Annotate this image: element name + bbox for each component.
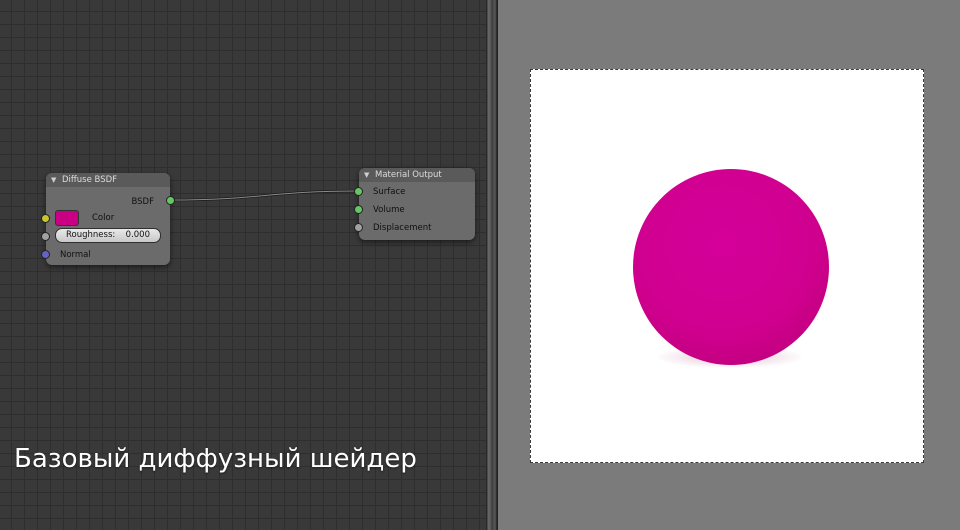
material-output-header[interactable]: ▼ Material Output [359, 168, 475, 182]
volume-input-socket[interactable] [354, 205, 363, 214]
diffuse-bsdf-node[interactable]: ▼ Diffuse BSDF BSDF Color Roughness: 0.0… [41, 173, 175, 265]
render-canvas [530, 69, 924, 463]
color-input-socket[interactable] [41, 214, 50, 223]
collapse-arrow-icon[interactable]: ▼ [364, 168, 369, 182]
render-preview-area [498, 0, 960, 530]
color-swatch[interactable] [55, 210, 79, 226]
roughness-value: 0.000 [125, 230, 150, 240]
normal-label: Normal [60, 250, 91, 260]
bsdf-output-label: BSDF [131, 197, 154, 207]
roughness-slider[interactable]: Roughness: 0.000 [55, 228, 161, 243]
roughness-input-socket[interactable] [41, 232, 50, 241]
node-title: Material Output [375, 170, 442, 180]
collapse-arrow-icon[interactable]: ▼ [51, 173, 56, 187]
surface-label: Surface [373, 187, 406, 197]
material-output-node[interactable]: ▼ Material Output Surface Volume Displac… [354, 168, 475, 240]
rendered-sphere [633, 169, 829, 365]
roughness-label: Roughness: [66, 230, 116, 240]
color-label: Color [92, 213, 115, 223]
surface-input-socket[interactable] [354, 187, 363, 196]
node-editor[interactable]: ▼ Diffuse BSDF BSDF Color Roughness: 0.0… [0, 0, 486, 530]
displacement-label: Displacement [373, 223, 432, 233]
volume-label: Volume [373, 205, 405, 215]
caption-text: Базовый диффузный шейдер [14, 444, 417, 474]
diffuse-bsdf-header[interactable]: ▼ Diffuse BSDF [46, 173, 170, 187]
normal-input-socket[interactable] [41, 250, 50, 259]
displacement-input-socket[interactable] [354, 223, 363, 232]
node-title: Diffuse BSDF [62, 175, 118, 185]
area-divider[interactable] [486, 0, 498, 530]
bsdf-output-socket[interactable] [166, 196, 175, 205]
